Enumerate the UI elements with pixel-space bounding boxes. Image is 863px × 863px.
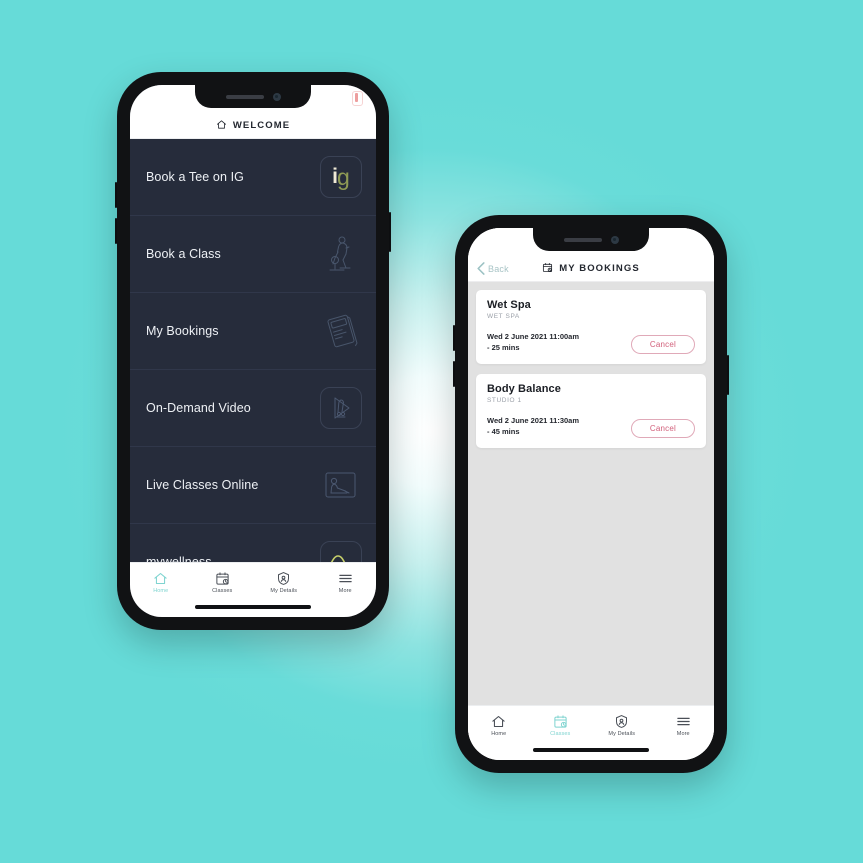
calendar-clock-icon — [542, 260, 553, 278]
phone-left-screen: WELCOME Book a Tee on IG ig Book a Class — [130, 85, 376, 617]
volume-down-button[interactable] — [115, 218, 117, 244]
volume-down-button[interactable] — [453, 361, 455, 387]
phone-right: Back MY BOOKINGS Wet Spa WET SPA Wed 2 J… — [453, 215, 729, 773]
phone-notch — [195, 85, 311, 108]
tab-label: My Details — [608, 731, 636, 737]
live-stream-icon — [320, 464, 362, 506]
tab-more[interactable]: More — [653, 714, 715, 737]
menu-item-label: On-Demand Video — [146, 401, 251, 415]
tab-my-details[interactable]: My Details — [591, 714, 653, 737]
tab-classes[interactable]: Classes — [530, 714, 592, 737]
battery-indicator-icon — [352, 91, 363, 106]
bottom-tab-bar[interactable]: Home Classes My Details More — [130, 562, 376, 602]
menu-item-label: mywellness — [146, 555, 212, 562]
tab-home[interactable]: Home — [130, 571, 192, 594]
tab-classes[interactable]: Classes — [192, 571, 254, 594]
main-menu-list[interactable]: Book a Tee on IG ig Book a Class My Book… — [130, 139, 376, 562]
booking-datetime: Wed 2 June 2021 11:30am - 45 mins — [487, 416, 579, 438]
tab-label: Classes — [550, 731, 571, 737]
phone-right-screen: Back MY BOOKINGS Wet Spa WET SPA Wed 2 J… — [468, 228, 714, 760]
menu-item-label: Book a Tee on IG — [146, 170, 244, 184]
volume-up-button[interactable] — [453, 325, 455, 351]
booking-card[interactable]: Wet Spa WET SPA Wed 2 June 2021 11:00am … — [476, 290, 706, 364]
booking-location: STUDIO 1 — [487, 396, 522, 404]
exercise-bike-icon — [320, 233, 362, 275]
booking-date-time: Wed 2 June 2021 11:30am — [487, 415, 579, 425]
tab-label: Home — [491, 731, 507, 737]
booking-card[interactable]: Body Balance STUDIO 1 Wed 2 June 2021 11… — [476, 373, 706, 448]
video-play-icon — [320, 387, 362, 429]
cancel-booking-button[interactable]: Cancel — [630, 418, 695, 438]
tab-label: Classes — [212, 588, 233, 594]
menu-item-book-a-class[interactable]: Book a Class — [130, 216, 376, 293]
tab-home[interactable]: Home — [468, 714, 530, 737]
power-button[interactable] — [389, 212, 391, 252]
menu-item-label: Book a Class — [146, 247, 221, 261]
front-camera-icon — [610, 235, 619, 244]
booking-duration: - 25 mins — [487, 342, 520, 352]
tab-label: My Details — [270, 588, 298, 594]
phone-left: WELCOME Book a Tee on IG ig Book a Class — [115, 72, 391, 630]
booking-location: WET SPA — [487, 313, 520, 320]
tab-label: Home — [153, 588, 169, 594]
menu-item-label: My Bookings — [146, 324, 219, 338]
booking-date-time: Wed 2 June 2021 11:00am — [487, 332, 579, 341]
power-button[interactable] — [727, 355, 729, 395]
home-indicator[interactable] — [195, 605, 311, 609]
notebook-icon — [320, 310, 362, 352]
front-camera-icon — [272, 92, 281, 101]
bottom-tab-bar[interactable]: Home Classes My Details More — [468, 705, 714, 745]
menu-item-label: Live Classes Online — [146, 478, 259, 492]
booking-duration: - 45 mins — [487, 426, 520, 436]
welcome-header: WELCOME — [130, 113, 376, 139]
menu-item-book-a-tee[interactable]: Book a Tee on IG ig — [130, 139, 376, 216]
ig-logo-tile-icon: ig — [320, 156, 362, 198]
menu-item-on-demand-video[interactable]: On-Demand Video — [130, 370, 376, 447]
bookings-header: Back MY BOOKINGS — [468, 256, 714, 282]
home-icon — [216, 117, 227, 135]
booking-title: Body Balance — [487, 382, 561, 395]
phone-notch — [533, 228, 649, 251]
tab-more[interactable]: More — [315, 571, 377, 594]
ig-logo-letter-g: g — [337, 163, 350, 190]
page-title: MY BOOKINGS — [559, 263, 640, 274]
earpiece-speaker — [225, 94, 264, 99]
tab-my-details[interactable]: My Details — [253, 571, 315, 594]
page-title: WELCOME — [232, 120, 291, 131]
chevron-left-icon — [477, 262, 485, 275]
booking-title: Wet Spa — [487, 299, 531, 311]
back-button[interactable]: Back — [476, 262, 509, 275]
cancel-booking-button[interactable]: Cancel — [630, 334, 695, 354]
tab-label: More — [676, 731, 690, 737]
mywellness-curve-icon — [320, 541, 362, 562]
volume-up-button[interactable] — [115, 182, 117, 208]
menu-item-my-bookings[interactable]: My Bookings — [130, 293, 376, 370]
menu-item-mywellness[interactable]: mywellness — [130, 524, 376, 562]
home-indicator[interactable] — [533, 748, 649, 752]
tab-label: More — [338, 588, 352, 594]
bookings-list: Wet Spa WET SPA Wed 2 June 2021 11:00am … — [468, 282, 714, 705]
booking-datetime: Wed 2 June 2021 11:00am - 25 mins — [487, 332, 579, 354]
earpiece-speaker — [563, 237, 602, 242]
back-label: Back — [488, 263, 509, 274]
menu-item-live-classes-online[interactable]: Live Classes Online — [130, 447, 376, 524]
